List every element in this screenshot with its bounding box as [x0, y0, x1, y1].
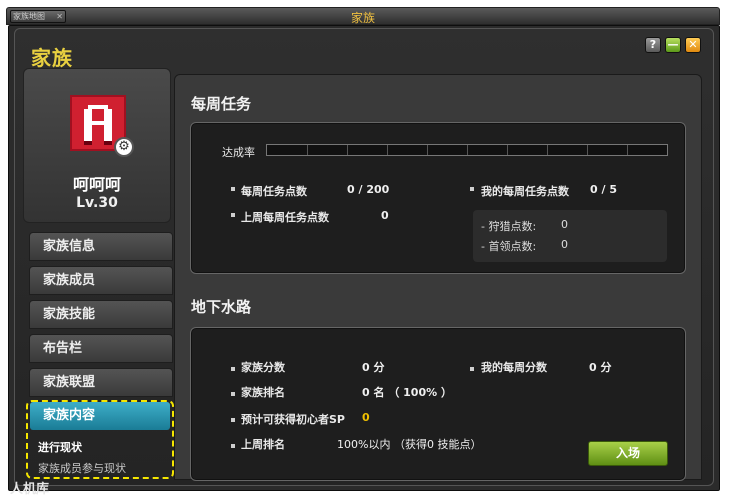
hunt-points-value: 0	[561, 218, 568, 231]
family-score-label: 家族分数	[241, 361, 285, 374]
hunt-points-label: - 狩猎点数:	[481, 220, 537, 233]
expected-sp-label: 预计可获得初心者SP	[241, 413, 345, 426]
help-icon[interactable]: ?	[645, 37, 661, 53]
family-score-value: 0 分	[362, 361, 385, 374]
title-bar: 家族地图 ✕ 家族	[6, 7, 720, 25]
my-weekly-points-label: 我的每周任务点数	[481, 185, 569, 198]
bullet-icon	[470, 367, 474, 371]
points-breakdown-box: - 狩猎点数: 0 - 首领点数: 0	[473, 210, 667, 262]
family-name: 呵呵呵	[72, 175, 121, 194]
boss-points-value: 0	[561, 238, 568, 251]
gear-icon[interactable]: ⚙	[114, 137, 134, 157]
menu-item-alliance[interactable]: 家族联盟	[29, 368, 173, 397]
menu-item-family-info[interactable]: 家族信息	[29, 232, 173, 261]
weekly-points-value: 0 / 200	[347, 183, 390, 196]
my-weekly-points-value: 0 / 5	[590, 183, 617, 196]
last-rank-label: 上周排名	[241, 438, 285, 451]
family-level: Lv.30	[76, 195, 118, 211]
window-heading: 家族	[31, 46, 73, 70]
last-week-points-value: 0	[381, 209, 389, 222]
bullet-icon	[231, 187, 235, 191]
last-week-points-label: 上周每周任务点数	[241, 211, 329, 224]
weekly-points-label: 每周任务点数	[241, 185, 307, 198]
achievement-progress-bar	[266, 144, 668, 156]
window-title: 家族	[350, 11, 375, 25]
profile-card: ⚙ 呵呵呵 Lv.30	[23, 68, 171, 223]
my-weekly-score-value: 0 分	[589, 361, 612, 374]
bullet-icon	[470, 187, 474, 191]
last-rank-value: 100%以内 （获得0 技能点）	[337, 438, 482, 451]
watermark: 人机库	[10, 482, 50, 497]
menu-item-family-skills[interactable]: 家族技能	[29, 300, 173, 329]
my-weekly-score-label: 我的每周分数	[481, 361, 547, 374]
expected-sp-value: 0	[362, 411, 370, 424]
boss-points-label: - 首领点数:	[481, 240, 537, 253]
achievement-label: 达成率	[222, 146, 255, 159]
side-menu: 家族信息 家族成员 家族技能 布告栏 家族联盟	[29, 232, 173, 402]
sub-item-member-participation[interactable]: 家族成员参与现状	[38, 460, 126, 476]
sub-item-progress[interactable]: 进行现状	[38, 439, 82, 455]
family-rank-label: 家族排名	[241, 386, 285, 399]
weekly-mission-title: 每周任务	[191, 95, 252, 113]
menu-item-family-members[interactable]: 家族成员	[29, 266, 173, 295]
enter-button[interactable]: 入场	[588, 441, 668, 466]
bullet-icon	[231, 392, 235, 396]
bullet-icon	[231, 367, 235, 371]
emblem-letter-icon	[84, 105, 112, 145]
underground-waterway-title: 地下水路	[191, 298, 252, 316]
close-icon[interactable]: ✕	[685, 37, 701, 53]
family-rank-value: 0 名 （ 100% ）	[362, 386, 452, 399]
menu-item-family-content[interactable]: 家族内容	[30, 402, 170, 430]
menu-item-bulletin[interactable]: 布告栏	[29, 334, 173, 363]
bullet-icon	[231, 213, 235, 217]
minimize-icon[interactable]: —	[665, 37, 681, 53]
bullet-icon	[231, 444, 235, 448]
bullet-icon	[231, 418, 235, 422]
